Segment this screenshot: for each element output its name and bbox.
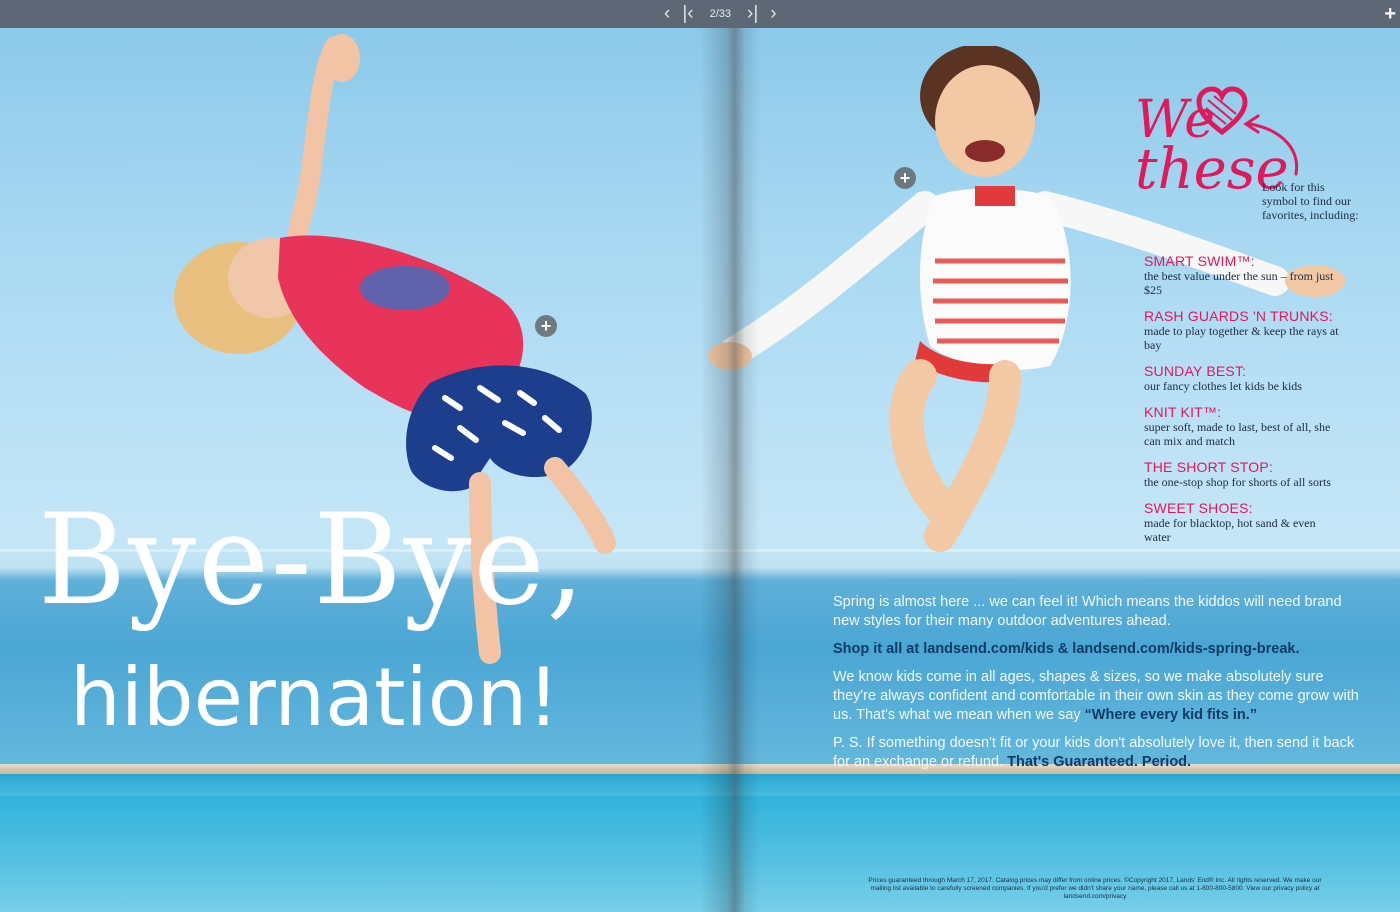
favorite-desc: the best value under the sun – from just… bbox=[1144, 269, 1334, 297]
shop-link-text[interactable]: Shop it all at landsend.com/kids & lands… bbox=[833, 640, 1363, 659]
catalog-spread: + + Bye-Bye, hibernation! We these Look … bbox=[0, 28, 1400, 912]
favorite-desc: made for blacktop, hot sand & even water bbox=[1144, 516, 1316, 544]
page-navigation: ‹ |‹ 2/33 ›| › bbox=[658, 0, 783, 28]
list-item: THE SHORT STOP: the one-stop shop for sh… bbox=[1144, 459, 1344, 490]
page-gutter bbox=[700, 28, 760, 912]
guarantee-tagline: That's Guaranteed. Period. bbox=[1007, 754, 1192, 770]
favorite-title: THE SHORT STOP: bbox=[1144, 459, 1274, 475]
favorite-desc: our fancy clothes let kids be kids bbox=[1144, 379, 1302, 393]
fit-paragraph: We know kids come in all ages, shapes & … bbox=[833, 668, 1363, 725]
headline-line2: hibernation! bbox=[70, 651, 560, 744]
favorite-title: SWEET SHOES: bbox=[1144, 500, 1253, 516]
list-item: SMART SWIM™: the best value under the su… bbox=[1144, 253, 1344, 298]
intro-paragraph: Spring is almost here ... we can feel it… bbox=[833, 594, 1342, 629]
favorite-desc: super soft, made to last, best of all, s… bbox=[1144, 420, 1331, 448]
list-item: SWEET SHOES: made for blacktop, hot sand… bbox=[1144, 500, 1344, 545]
prev-page-icon[interactable]: ‹ bbox=[658, 0, 676, 28]
headline-line1: Bye-Bye, bbox=[38, 487, 587, 634]
curved-arrow-icon bbox=[1243, 114, 1299, 176]
list-item: KNIT KIT™: super soft, made to last, bes… bbox=[1144, 404, 1344, 449]
fit-tagline: “Where every kid fits in.” bbox=[1084, 707, 1257, 723]
body-copy: Spring is almost here ... we can feel it… bbox=[833, 593, 1363, 781]
viewer-toolbar: ‹ |‹ 2/33 ›| › + bbox=[0, 0, 1400, 28]
product-hotspot-boy[interactable]: + bbox=[535, 315, 557, 337]
favorites-list: SMART SWIM™: the best value under the su… bbox=[1144, 254, 1344, 556]
next-page-icon[interactable]: › bbox=[764, 0, 782, 28]
list-item: SUNDAY BEST: our fancy clothes let kids … bbox=[1144, 363, 1344, 394]
favorite-desc: made to play together & keep the rays at… bbox=[1144, 324, 1339, 352]
legal-fineprint: Prices guaranteed through March 17, 2017… bbox=[868, 877, 1322, 900]
favorites-intro: Look for this symbol to find our favorit… bbox=[1262, 180, 1359, 222]
product-hotspot-girl[interactable]: + bbox=[894, 167, 916, 189]
page-indicator: 2/33 bbox=[709, 8, 732, 20]
favorite-title: KNIT KIT™: bbox=[1144, 404, 1222, 420]
favorite-title: SMART SWIM™: bbox=[1144, 253, 1255, 269]
last-page-icon[interactable]: ›| bbox=[741, 0, 764, 28]
favorite-title: SUNDAY BEST: bbox=[1144, 363, 1247, 379]
guarantee-paragraph: P. S. If something doesn't fit or your k… bbox=[833, 734, 1363, 772]
first-page-icon[interactable]: |‹ bbox=[676, 0, 699, 28]
favorite-desc: the one-stop shop for shorts of all sort… bbox=[1144, 475, 1331, 489]
zoom-in-icon[interactable]: + bbox=[1384, 0, 1396, 28]
favorite-title: RASH GUARDS 'N TRUNKS: bbox=[1144, 308, 1333, 324]
list-item: RASH GUARDS 'N TRUNKS: made to play toge… bbox=[1144, 308, 1344, 353]
